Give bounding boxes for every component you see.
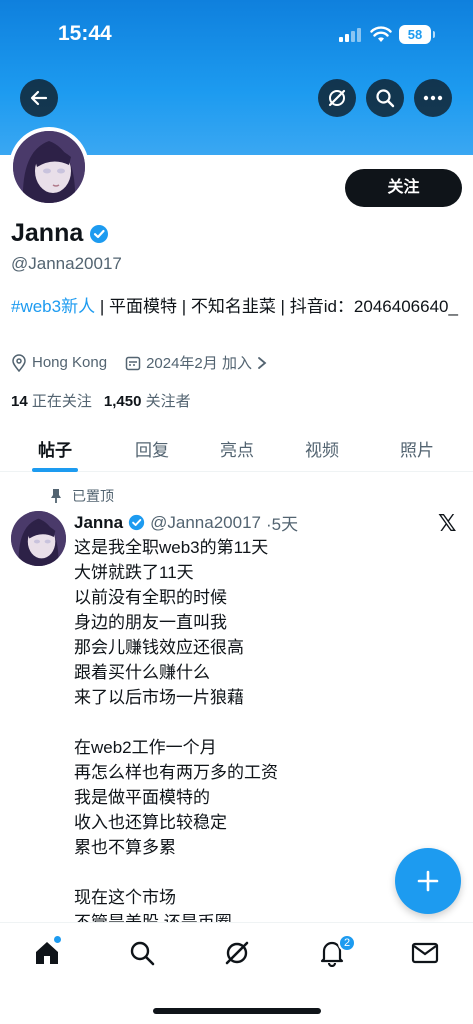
post-line: 再怎么样也有两万多的工资 <box>74 763 278 782</box>
search-icon <box>130 941 155 966</box>
nav-grok[interactable] <box>222 938 252 968</box>
profile-bio: #web3新人 | 平面模特 | 不知名韭菜 | 抖音id：2046406640… <box>11 294 461 319</box>
pinned-label: 已置顶 <box>50 486 114 506</box>
followers-stat[interactable]: 1,450 关注者 <box>104 390 191 411</box>
x-logo-icon[interactable]: 𝕏 <box>438 510 457 537</box>
post-line: 以前没有全职的时候 <box>74 588 227 607</box>
bio-hashtag[interactable]: #web3新人 <box>11 297 95 316</box>
post-line: 这是我全职web3的第11天 <box>74 538 269 557</box>
avatar[interactable] <box>9 127 89 207</box>
post-line: 大饼就跌了11天 <box>74 563 194 582</box>
chevron-right-icon <box>258 356 267 369</box>
verified-icon <box>128 514 145 531</box>
bottom-nav: 2 <box>0 922 473 1024</box>
active-tab-indicator <box>32 468 78 472</box>
post-line: 那会儿赚钱效应还很高 <box>74 638 244 657</box>
calendar-icon <box>125 356 141 370</box>
bio-text: | 平面模特 | 不知名韭菜 | 抖音id：2046406640_ <box>95 297 458 316</box>
post-line: 在web2工作一个月 <box>74 738 217 757</box>
back-arrow-icon <box>30 90 48 106</box>
pinned-text: 已置顶 <box>72 488 114 504</box>
tab-highlights[interactable]: 亮点 <box>197 436 277 461</box>
post-line: 身边的朋友一直叫我 <box>74 613 227 632</box>
cellular-signal-icon <box>339 28 363 42</box>
followers-count: 1,450 <box>103 393 142 410</box>
home-indicator <box>153 1008 321 1014</box>
post-avatar[interactable] <box>11 511 66 566</box>
notifications-badge: 2 <box>338 934 356 952</box>
more-icon <box>423 95 443 101</box>
verified-icon <box>90 224 109 243</box>
joined-text: 2024年2月 加入 <box>146 355 252 372</box>
tab-replies[interactable]: 回复 <box>112 436 192 461</box>
location-icon <box>12 353 26 372</box>
back-button[interactable] <box>20 79 58 117</box>
grok-button[interactable] <box>318 79 356 117</box>
plus-icon <box>417 870 439 892</box>
post-line: 跟着买什么赚什么 <box>74 663 210 682</box>
search-icon <box>376 89 395 108</box>
joined-date[interactable]: 2024年2月 加入 <box>125 352 267 373</box>
post-line: 我是做平面模特的 <box>74 788 210 807</box>
nav-messages[interactable] <box>410 938 440 968</box>
profile-tabs: 帖子 回复 亮点 视频 照片 <box>0 428 473 472</box>
post-handle: @Janna20017 <box>150 512 261 532</box>
location-text: Hong Kong <box>32 354 108 371</box>
post-line <box>74 710 454 735</box>
pin-icon <box>51 489 61 503</box>
location: Hong Kong <box>11 353 108 372</box>
home-icon <box>36 942 58 964</box>
profile-handle: @Janna20017 <box>11 254 122 273</box>
post-line: 累也不算多累 <box>74 838 176 857</box>
post-author[interactable]: Janna <box>74 513 123 533</box>
grok-icon <box>328 89 346 107</box>
post-header: Janna @Janna20017 ·5天 <box>74 510 298 535</box>
following-label: 正在关注 <box>31 393 92 410</box>
more-button[interactable] <box>414 79 452 117</box>
profile-name-text: Janna <box>11 219 84 247</box>
compose-button[interactable] <box>395 848 461 914</box>
profile-name: Janna <box>11 219 109 248</box>
tab-posts[interactable]: 帖子 <box>15 436 95 461</box>
nav-search[interactable] <box>127 938 157 968</box>
following-count: 14 <box>11 393 28 410</box>
wifi-icon <box>370 26 392 48</box>
profile-meta: Hong Kong 2024年2月 加入 <box>11 352 285 373</box>
home-unread-dot <box>54 936 61 943</box>
grok-icon <box>225 941 249 965</box>
battery-indicator: 58 <box>399 25 435 44</box>
post-line: 收入也还算比较稳定 <box>74 813 227 832</box>
tab-photos[interactable]: 照片 <box>377 436 457 461</box>
post-line: 来了以后市场一片狼藉 <box>74 688 244 707</box>
status-time: 15:44 <box>58 22 112 45</box>
mail-icon <box>411 942 439 964</box>
post-time: ·5天 <box>266 515 299 534</box>
tab-videos[interactable]: 视频 <box>282 436 362 461</box>
follow-button[interactable]: 关注 <box>345 169 462 207</box>
followers-label: 关注者 <box>145 393 191 410</box>
status-bar: 15:44 58 <box>0 22 473 50</box>
following-stat[interactable]: 14 正在关注 <box>11 390 92 411</box>
follow-stats: 14 正在关注 1,450 关注者 <box>11 390 191 411</box>
search-button[interactable] <box>366 79 404 117</box>
